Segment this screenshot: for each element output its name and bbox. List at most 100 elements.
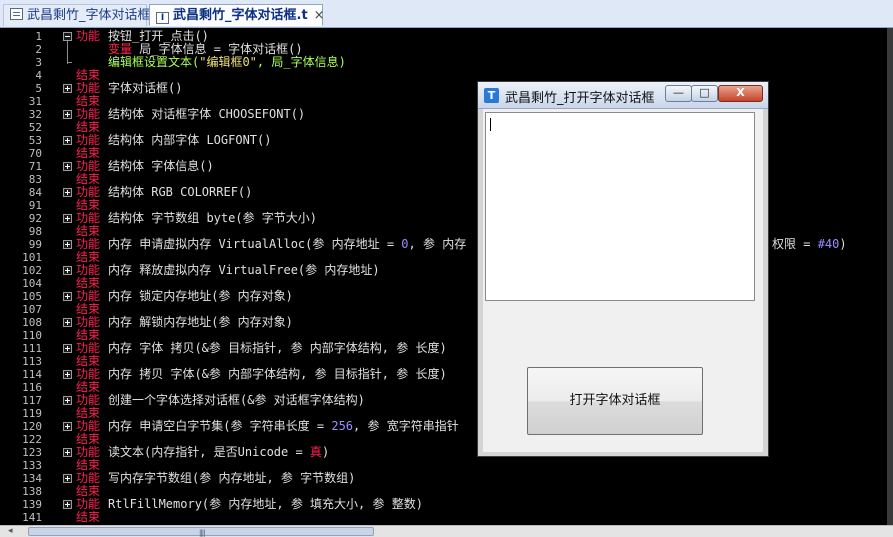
token: 真 bbox=[309, 445, 322, 459]
code-text: 读文本(内存指针, 是否Unicode = 真) bbox=[108, 445, 330, 459]
line-number: 53 bbox=[28, 134, 42, 147]
edit-box[interactable] bbox=[485, 112, 755, 301]
line-number: 101 bbox=[22, 251, 42, 264]
code-line[interactable]: 139 功能 RtlFillMemory(参 内存地址, 参 填充大小, 参 整数) bbox=[0, 497, 893, 512]
expand-icon[interactable] bbox=[63, 162, 72, 171]
line-number: 98 bbox=[28, 225, 42, 238]
tab-label: 武昌剩竹_字体对话框.t bbox=[173, 8, 308, 23]
code-text: 编辑框设置文本("编辑框0", 局_字体信息) bbox=[108, 55, 346, 69]
code-text: 创建一个字体选择对话框(&参 对话框字体结构) bbox=[108, 393, 365, 407]
line-number: 116 bbox=[22, 381, 42, 394]
token: "编辑框0" bbox=[199, 55, 257, 69]
open-font-dialog-button[interactable]: 打开字体对话框 bbox=[527, 367, 703, 435]
code-text: 内存 申请空白字节集(参 字符串长度 = 256, 参 宽字符串指针 bbox=[108, 419, 459, 433]
token: 变量 bbox=[108, 42, 133, 56]
line-number: 102 bbox=[22, 264, 42, 277]
code-text: RtlFillMemory(参 内存地址, 参 填充大小, 参 整数) bbox=[108, 497, 423, 511]
tab-bar: 武昌剩竹_字体对话框 I 武昌剩竹_字体对话框.t × bbox=[0, 0, 893, 28]
close-tab-icon[interactable]: × bbox=[314, 5, 325, 26]
expand-icon[interactable] bbox=[63, 422, 72, 431]
code-text: 写内存字节数组(参 内存地址, 参 字节数组) bbox=[108, 471, 356, 485]
grip-icon: |||| bbox=[199, 529, 206, 537]
line-number: 113 bbox=[22, 355, 42, 368]
token: #40 bbox=[817, 237, 840, 251]
code-text: 结构体 RGB COLORREF() bbox=[108, 185, 253, 199]
expand-icon[interactable] bbox=[63, 370, 72, 379]
line-number: 92 bbox=[28, 212, 42, 225]
keyword: 功能 bbox=[76, 29, 101, 43]
code-text: 字体对话框() bbox=[108, 81, 183, 95]
expand-icon[interactable] bbox=[63, 396, 72, 405]
maximize-icon[interactable]: □ bbox=[691, 85, 718, 102]
line-number: 108 bbox=[22, 316, 42, 329]
line-number: 3 bbox=[35, 56, 42, 69]
tab-source-file[interactable]: I 武昌剩竹_字体对话框.t × bbox=[149, 4, 325, 26]
text-file-icon: I bbox=[156, 12, 169, 24]
line-number: 5 bbox=[35, 82, 42, 95]
line-number: 141 bbox=[22, 511, 42, 524]
expand-icon[interactable] bbox=[63, 240, 72, 249]
line-number: 52 bbox=[28, 121, 42, 134]
line-number: 99 bbox=[28, 238, 42, 251]
vertical-scrollbar[interactable] bbox=[887, 28, 893, 525]
line-number: 4 bbox=[35, 69, 42, 82]
line-number: 119 bbox=[22, 407, 42, 420]
code-text-overflow: 权限 = #40) bbox=[772, 237, 847, 251]
expand-icon[interactable] bbox=[63, 500, 72, 509]
horizontal-scrollbar[interactable]: ◂ |||| bbox=[0, 525, 893, 537]
scroll-thumb[interactable]: |||| bbox=[28, 527, 374, 537]
code-text: 内存 拷贝 字体(&参 内部字体结构, 参 目标指针, 参 长度) bbox=[108, 367, 447, 381]
code-line[interactable]: 134 功能 写内存字节数组(参 内存地址, 参 字节数组) bbox=[0, 471, 893, 486]
expand-icon[interactable] bbox=[63, 318, 72, 327]
expand-icon[interactable] bbox=[63, 344, 72, 353]
line-number: 71 bbox=[28, 160, 42, 173]
close-icon[interactable]: X bbox=[718, 85, 763, 102]
font-dialog-window: T 武昌剩竹_打开字体对话框 — □ X 打开字体对话框 bbox=[477, 81, 769, 457]
keyword: 结束 bbox=[76, 510, 101, 524]
line-number: 120 bbox=[22, 420, 42, 433]
code-text: 内存 锁定内存地址(参 内存对象) bbox=[108, 289, 293, 303]
text-caret bbox=[490, 118, 491, 131]
expand-icon[interactable] bbox=[63, 188, 72, 197]
window-icon bbox=[10, 8, 23, 20]
line-number: 83 bbox=[28, 173, 42, 186]
line-number: 114 bbox=[22, 368, 42, 381]
token: 0 bbox=[401, 237, 409, 251]
line-number: 123 bbox=[22, 446, 42, 459]
tab-project[interactable]: 武昌剩竹_字体对话框 bbox=[3, 4, 151, 26]
line-number: 110 bbox=[22, 329, 42, 342]
line-number: 134 bbox=[22, 472, 42, 485]
expand-icon[interactable] bbox=[63, 292, 72, 301]
tab-label: 武昌剩竹_字体对话框 bbox=[27, 8, 151, 23]
line-number: 91 bbox=[28, 199, 42, 212]
code-line[interactable]: 3 编辑框设置文本("编辑框0", 局_字体信息) bbox=[0, 55, 893, 70]
line-number: 117 bbox=[22, 394, 42, 407]
expand-icon[interactable] bbox=[63, 214, 72, 223]
line-number: 111 bbox=[22, 342, 42, 355]
scroll-left-icon[interactable]: ◂ bbox=[8, 526, 13, 536]
line-number: 84 bbox=[28, 186, 42, 199]
line-number: 138 bbox=[22, 485, 42, 498]
expand-icon[interactable] bbox=[63, 136, 72, 145]
app-icon: T bbox=[484, 88, 499, 103]
code-text: 内存 解锁内存地址(参 内存对象) bbox=[108, 315, 293, 329]
line-number: 107 bbox=[22, 303, 42, 316]
code-text: 结构体 字体信息() bbox=[108, 159, 214, 173]
line-number: 32 bbox=[28, 108, 42, 121]
collapse-icon[interactable] bbox=[63, 32, 72, 41]
line-number: 122 bbox=[22, 433, 42, 446]
code-text: 结构体 内部字体 LOGFONT() bbox=[108, 133, 272, 147]
code-text: 结构体 字节数组 byte(参 字节大小) bbox=[108, 211, 318, 225]
line-number: 105 bbox=[22, 290, 42, 303]
line-number: 31 bbox=[28, 95, 42, 108]
expand-icon[interactable] bbox=[63, 448, 72, 457]
code-text: 结构体 对话框字体 CHOOSEFONT() bbox=[108, 107, 306, 121]
expand-icon[interactable] bbox=[63, 84, 72, 93]
code-text: 内存 释放虚拟内存 VirtualFree(参 内存地址) bbox=[108, 263, 380, 277]
expand-icon[interactable] bbox=[63, 110, 72, 119]
expand-icon[interactable] bbox=[63, 474, 72, 483]
minimize-icon[interactable]: — bbox=[665, 85, 692, 102]
expand-icon[interactable] bbox=[63, 266, 72, 275]
title-bar[interactable]: T 武昌剩竹_打开字体对话框 — □ X bbox=[478, 82, 768, 109]
code-line[interactable]: 141 结束 bbox=[0, 510, 893, 525]
